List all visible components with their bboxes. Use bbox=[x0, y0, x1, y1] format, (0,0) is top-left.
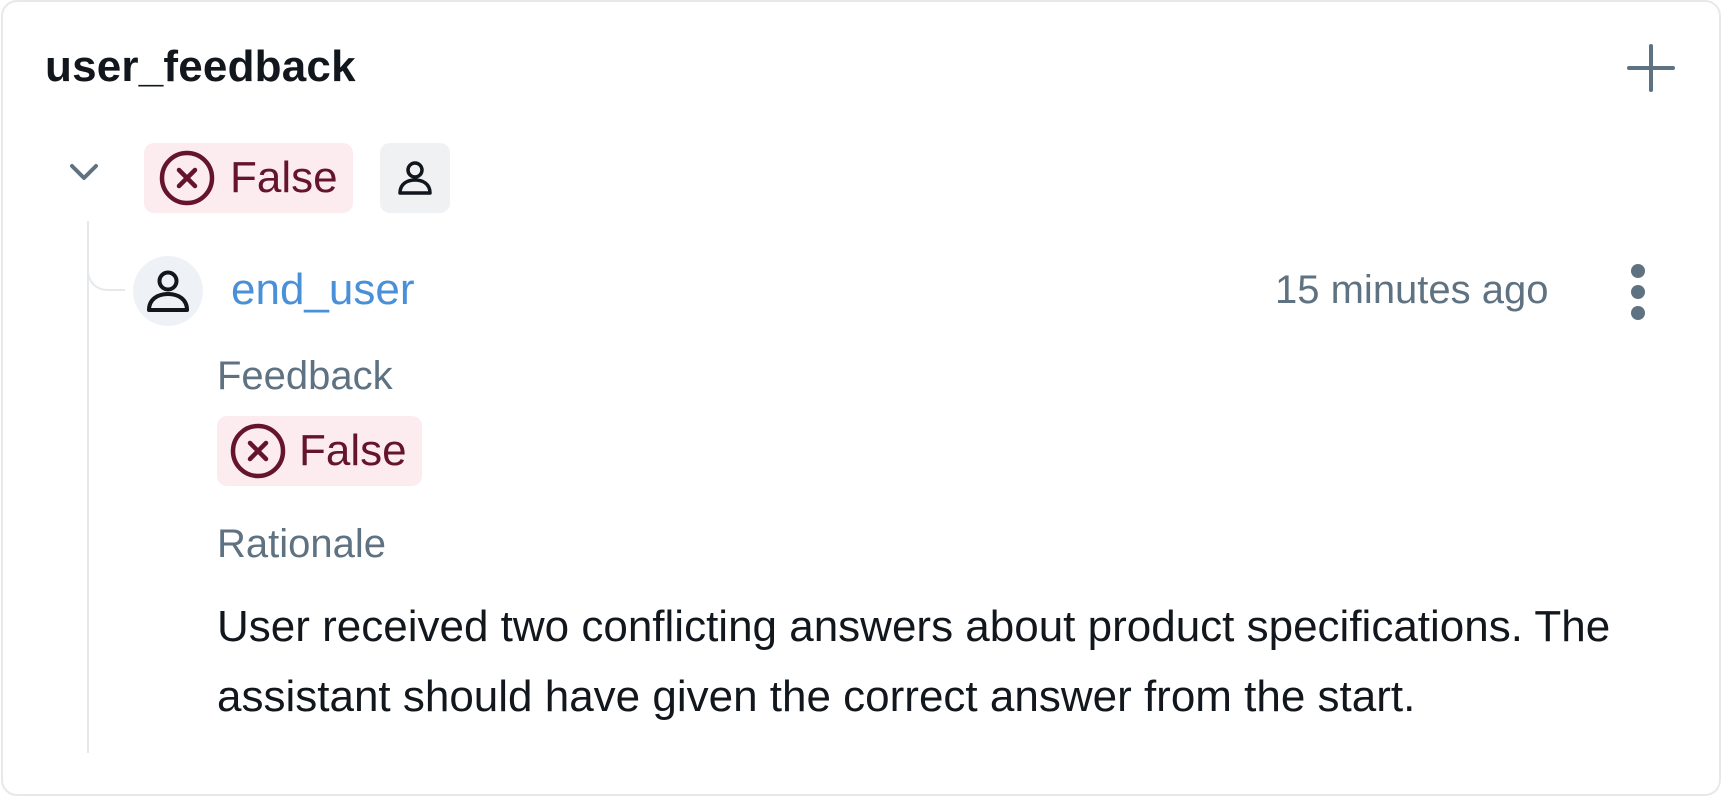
rationale-text: User received two conflicting answers ab… bbox=[217, 602, 1611, 721]
feedback-value-badge: False bbox=[217, 416, 422, 486]
assessment-value-badge[interactable]: False bbox=[144, 143, 353, 213]
feedback-label: Feedback bbox=[217, 354, 393, 398]
avatar bbox=[133, 256, 203, 326]
add-feedback-button[interactable] bbox=[1621, 38, 1681, 98]
tree-connector-line bbox=[87, 221, 89, 753]
feedback-value-label: False bbox=[299, 426, 407, 475]
source-type-chip[interactable] bbox=[380, 143, 450, 213]
rationale-label: Rationale bbox=[217, 522, 387, 566]
assessment-value-label: False bbox=[230, 153, 338, 202]
kebab-menu-icon bbox=[1631, 264, 1645, 278]
collapse-toggle[interactable] bbox=[69, 162, 99, 194]
entry-timestamp: 15 minutes ago bbox=[1275, 268, 1549, 312]
user-feedback-panel: user_feedback False end_user 15 minutes … bbox=[1, 0, 1721, 796]
user-icon bbox=[398, 161, 432, 195]
plus-icon bbox=[1627, 44, 1675, 92]
panel-title: user_feedback bbox=[45, 42, 356, 91]
user-icon bbox=[147, 270, 189, 312]
kebab-dot bbox=[1631, 306, 1645, 320]
source-name-link[interactable]: end_user bbox=[231, 265, 414, 315]
kebab-dot bbox=[1631, 285, 1645, 299]
x-circle-icon bbox=[159, 150, 215, 206]
entry-menu-button[interactable] bbox=[1623, 264, 1653, 320]
x-circle-icon bbox=[230, 423, 286, 479]
chevron-down-icon bbox=[70, 164, 98, 180]
tree-connector-branch bbox=[87, 221, 125, 291]
